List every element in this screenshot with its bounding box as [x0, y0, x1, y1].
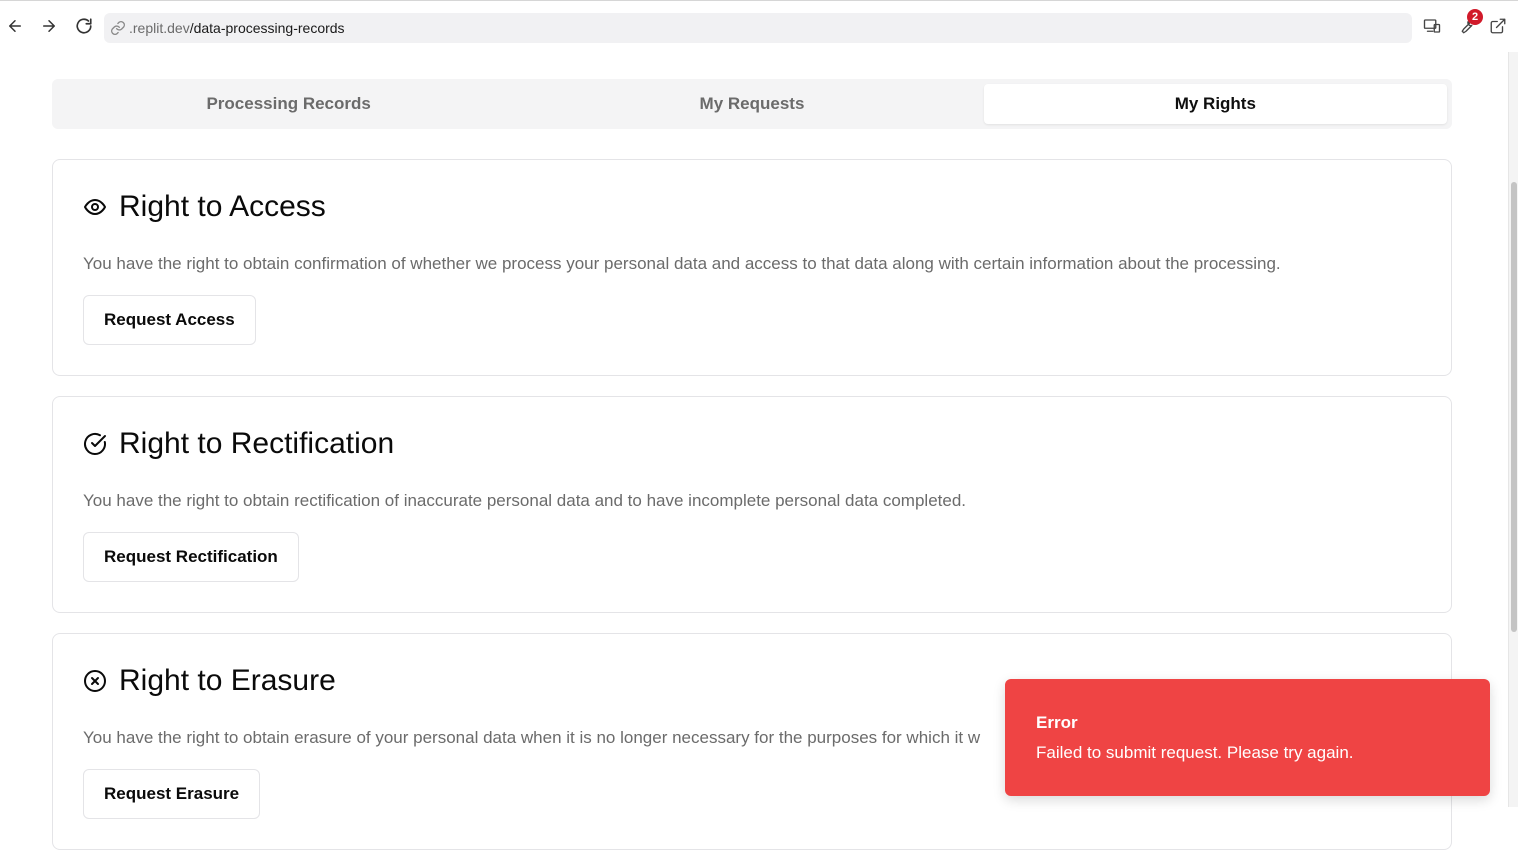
extensions-badge: 2: [1467, 9, 1483, 25]
request-access-button[interactable]: Request Access: [83, 295, 256, 345]
tab-my-requests[interactable]: My Requests: [520, 84, 983, 124]
toast-title: Error: [1036, 713, 1078, 732]
request-erasure-button[interactable]: Request Erasure: [83, 769, 261, 819]
url-path: /data-processing-records: [189, 20, 345, 36]
browser-toolbar: .replit.dev/data-processing-records 2: [0, 0, 1518, 52]
devices-icon: [1423, 19, 1441, 33]
tab-processing-records[interactable]: Processing Records: [57, 84, 520, 124]
devices-button[interactable]: [1421, 15, 1443, 37]
back-button[interactable]: [4, 15, 26, 37]
circle-x-icon: [84, 670, 106, 692]
eye-icon: [84, 199, 106, 215]
scrollbar-thumb[interactable]: [1511, 182, 1517, 632]
card-title: Right to Erasure: [83, 664, 336, 698]
toast-message: Failed to submit request. Please try aga…: [1036, 743, 1354, 762]
card-description: You have the right to obtain erasure of …: [83, 728, 981, 747]
link-icon: [111, 21, 125, 35]
card-title: Right to Rectification: [83, 427, 394, 461]
external-link-icon: [1490, 18, 1506, 34]
card-description: You have the right to obtain rectificati…: [83, 491, 967, 510]
card-title-text: Right to Erasure: [119, 664, 336, 697]
tab-list: Processing Records My Requests My Rights: [52, 79, 1452, 129]
card-title-text: Right to Rectification: [119, 427, 395, 460]
open-new-window-button[interactable]: [1487, 15, 1509, 37]
card-title: Right to Access: [83, 190, 326, 224]
error-toast[interactable]: Error Failed to submit request. Please t…: [1005, 679, 1490, 796]
right-to-access-card: Right to Access You have the right to ob…: [52, 159, 1452, 376]
card-description: You have the right to obtain confirmatio…: [83, 254, 1281, 273]
right-to-rectification-card: Right to Rectification You have the righ…: [52, 396, 1452, 613]
arrow-right-icon: [43, 20, 55, 32]
arrow-left-icon: [9, 20, 21, 32]
address-bar[interactable]: .replit.dev/data-processing-records: [104, 13, 1412, 43]
scrollbar[interactable]: [1508, 52, 1518, 807]
reload-button[interactable]: [73, 15, 95, 37]
request-rectification-button[interactable]: Request Rectification: [83, 532, 299, 582]
extensions-button[interactable]: 2: [1455, 9, 1483, 37]
forward-button[interactable]: [38, 15, 60, 37]
reload-icon: [76, 18, 92, 34]
tab-my-rights[interactable]: My Rights: [983, 84, 1447, 124]
url-host: .replit.dev: [129, 20, 190, 36]
circle-check-icon: [84, 432, 106, 455]
card-title-text: Right to Access: [119, 190, 326, 223]
